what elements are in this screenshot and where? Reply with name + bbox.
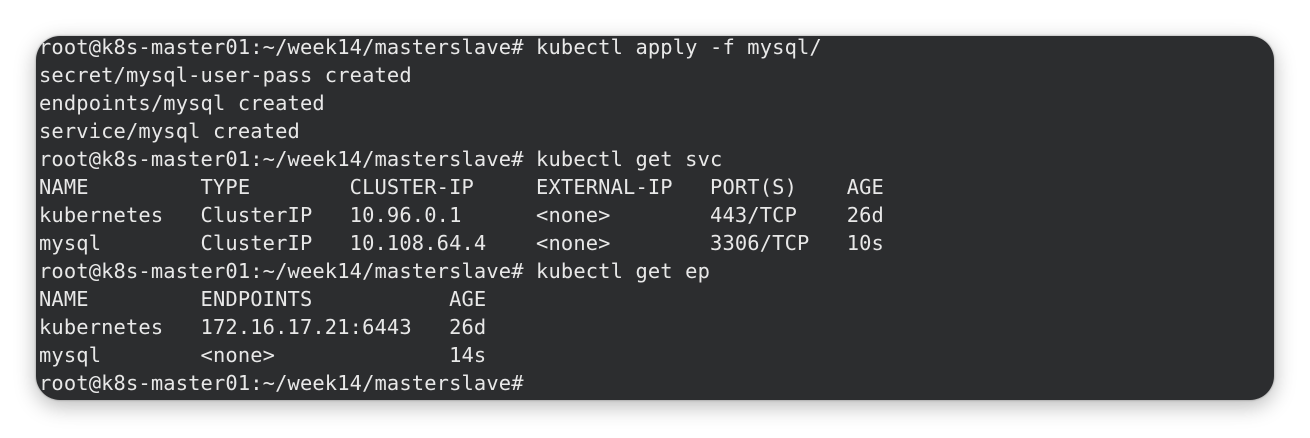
svc-table-row: mysql ClusterIP 10.108.64.4 <none> 3306/… (39, 231, 884, 255)
output-line: endpoints/mysql created (39, 91, 325, 115)
terminal-output[interactable]: root@k8s-master01:~/week14/masterslave# … (39, 36, 884, 397)
ep-table-header: NAME ENDPOINTS AGE (39, 287, 487, 311)
ep-table-row: mysql <none> 14s (39, 343, 487, 367)
terminal-window[interactable]: root@k8s-master01:~/week14/masterslave# … (36, 36, 1274, 400)
svc-table-row: kubernetes ClusterIP 10.96.0.1 <none> 44… (39, 203, 884, 227)
prompt-line: root@k8s-master01:~/week14/masterslave# … (39, 36, 822, 59)
output-line: secret/mysql-user-pass created (39, 63, 412, 87)
current-prompt-line[interactable]: root@k8s-master01:~/week14/masterslave# (39, 369, 884, 397)
prompt-line: root@k8s-master01:~/week14/masterslave# … (39, 259, 711, 283)
svc-table-header: NAME TYPE CLUSTER-IP EXTERNAL-IP PORT(S)… (39, 175, 884, 199)
ep-table-row: kubernetes 172.16.17.21:6443 26d (39, 315, 487, 339)
prompt-line: root@k8s-master01:~/week14/masterslave# … (39, 147, 723, 171)
output-line: service/mysql created (39, 119, 300, 143)
